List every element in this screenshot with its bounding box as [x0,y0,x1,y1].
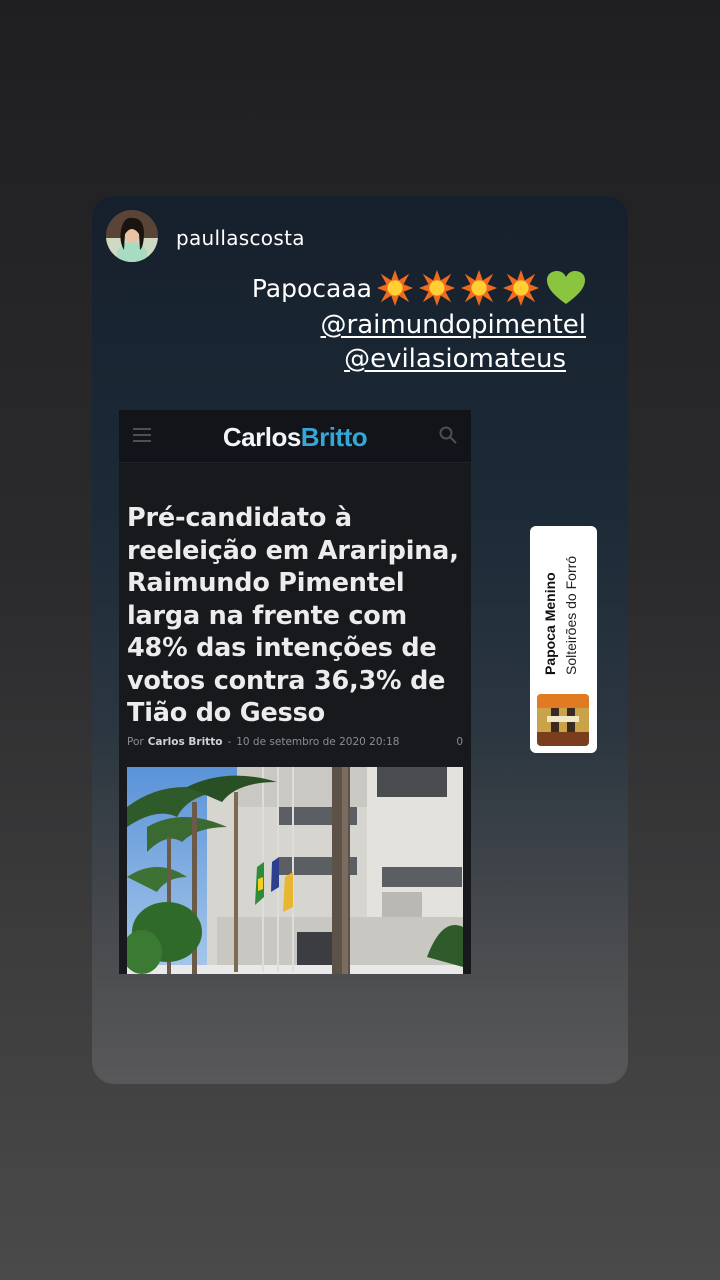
artist-name: Solteirões do Forró [563,555,579,675]
green-heart-icon [547,271,585,304]
burst-emoji-icon [418,269,456,307]
mention-link[interactable]: @raimundopimentel [252,308,586,342]
avatar[interactable] [106,210,158,262]
story-caption: Papocaaa @raimundopimentel @evilasiomate… [252,268,586,376]
song-title: Papoca Menino [542,572,558,675]
mention-link[interactable]: @evilasiomateus [252,342,566,376]
byline-date: 10 de setembro de 2020 20:18 [236,736,400,748]
burst-emoji-icon [460,269,498,307]
burst-emoji-icon [502,269,540,307]
article-header: CarlosBritto [119,410,471,463]
album-art-icon [537,694,589,746]
username[interactable]: paullascosta [176,226,305,250]
comment-count: 0 [456,736,463,748]
story-card[interactable]: paullascosta Papocaaa @raimundopimentel … [92,196,628,1084]
music-sticker[interactable]: Papoca Menino Solteirões do Forró [530,526,597,753]
site-logo: CarlosBritto [119,422,471,453]
byline-author: Carlos Britto [147,736,223,748]
article-byline: Por Carlos Britto -10 de setembro de 2020 … [127,736,463,748]
logo-text: Carlos [222,422,301,452]
article-screenshot: CarlosBritto Pré-candidato à reeleição e… [119,410,471,974]
byline-prefix: Por [127,736,144,748]
search-icon [439,426,457,444]
caption-line: Papocaaa [252,268,586,308]
article-headline: Pré-candidato à reeleição em Araripina, … [127,503,459,728]
caption-text: Papocaaa [251,273,372,303]
burst-emoji-icon [376,269,414,307]
article-photo [127,767,463,974]
byline-separator: - [227,736,232,748]
logo-text: Britto [300,422,368,452]
